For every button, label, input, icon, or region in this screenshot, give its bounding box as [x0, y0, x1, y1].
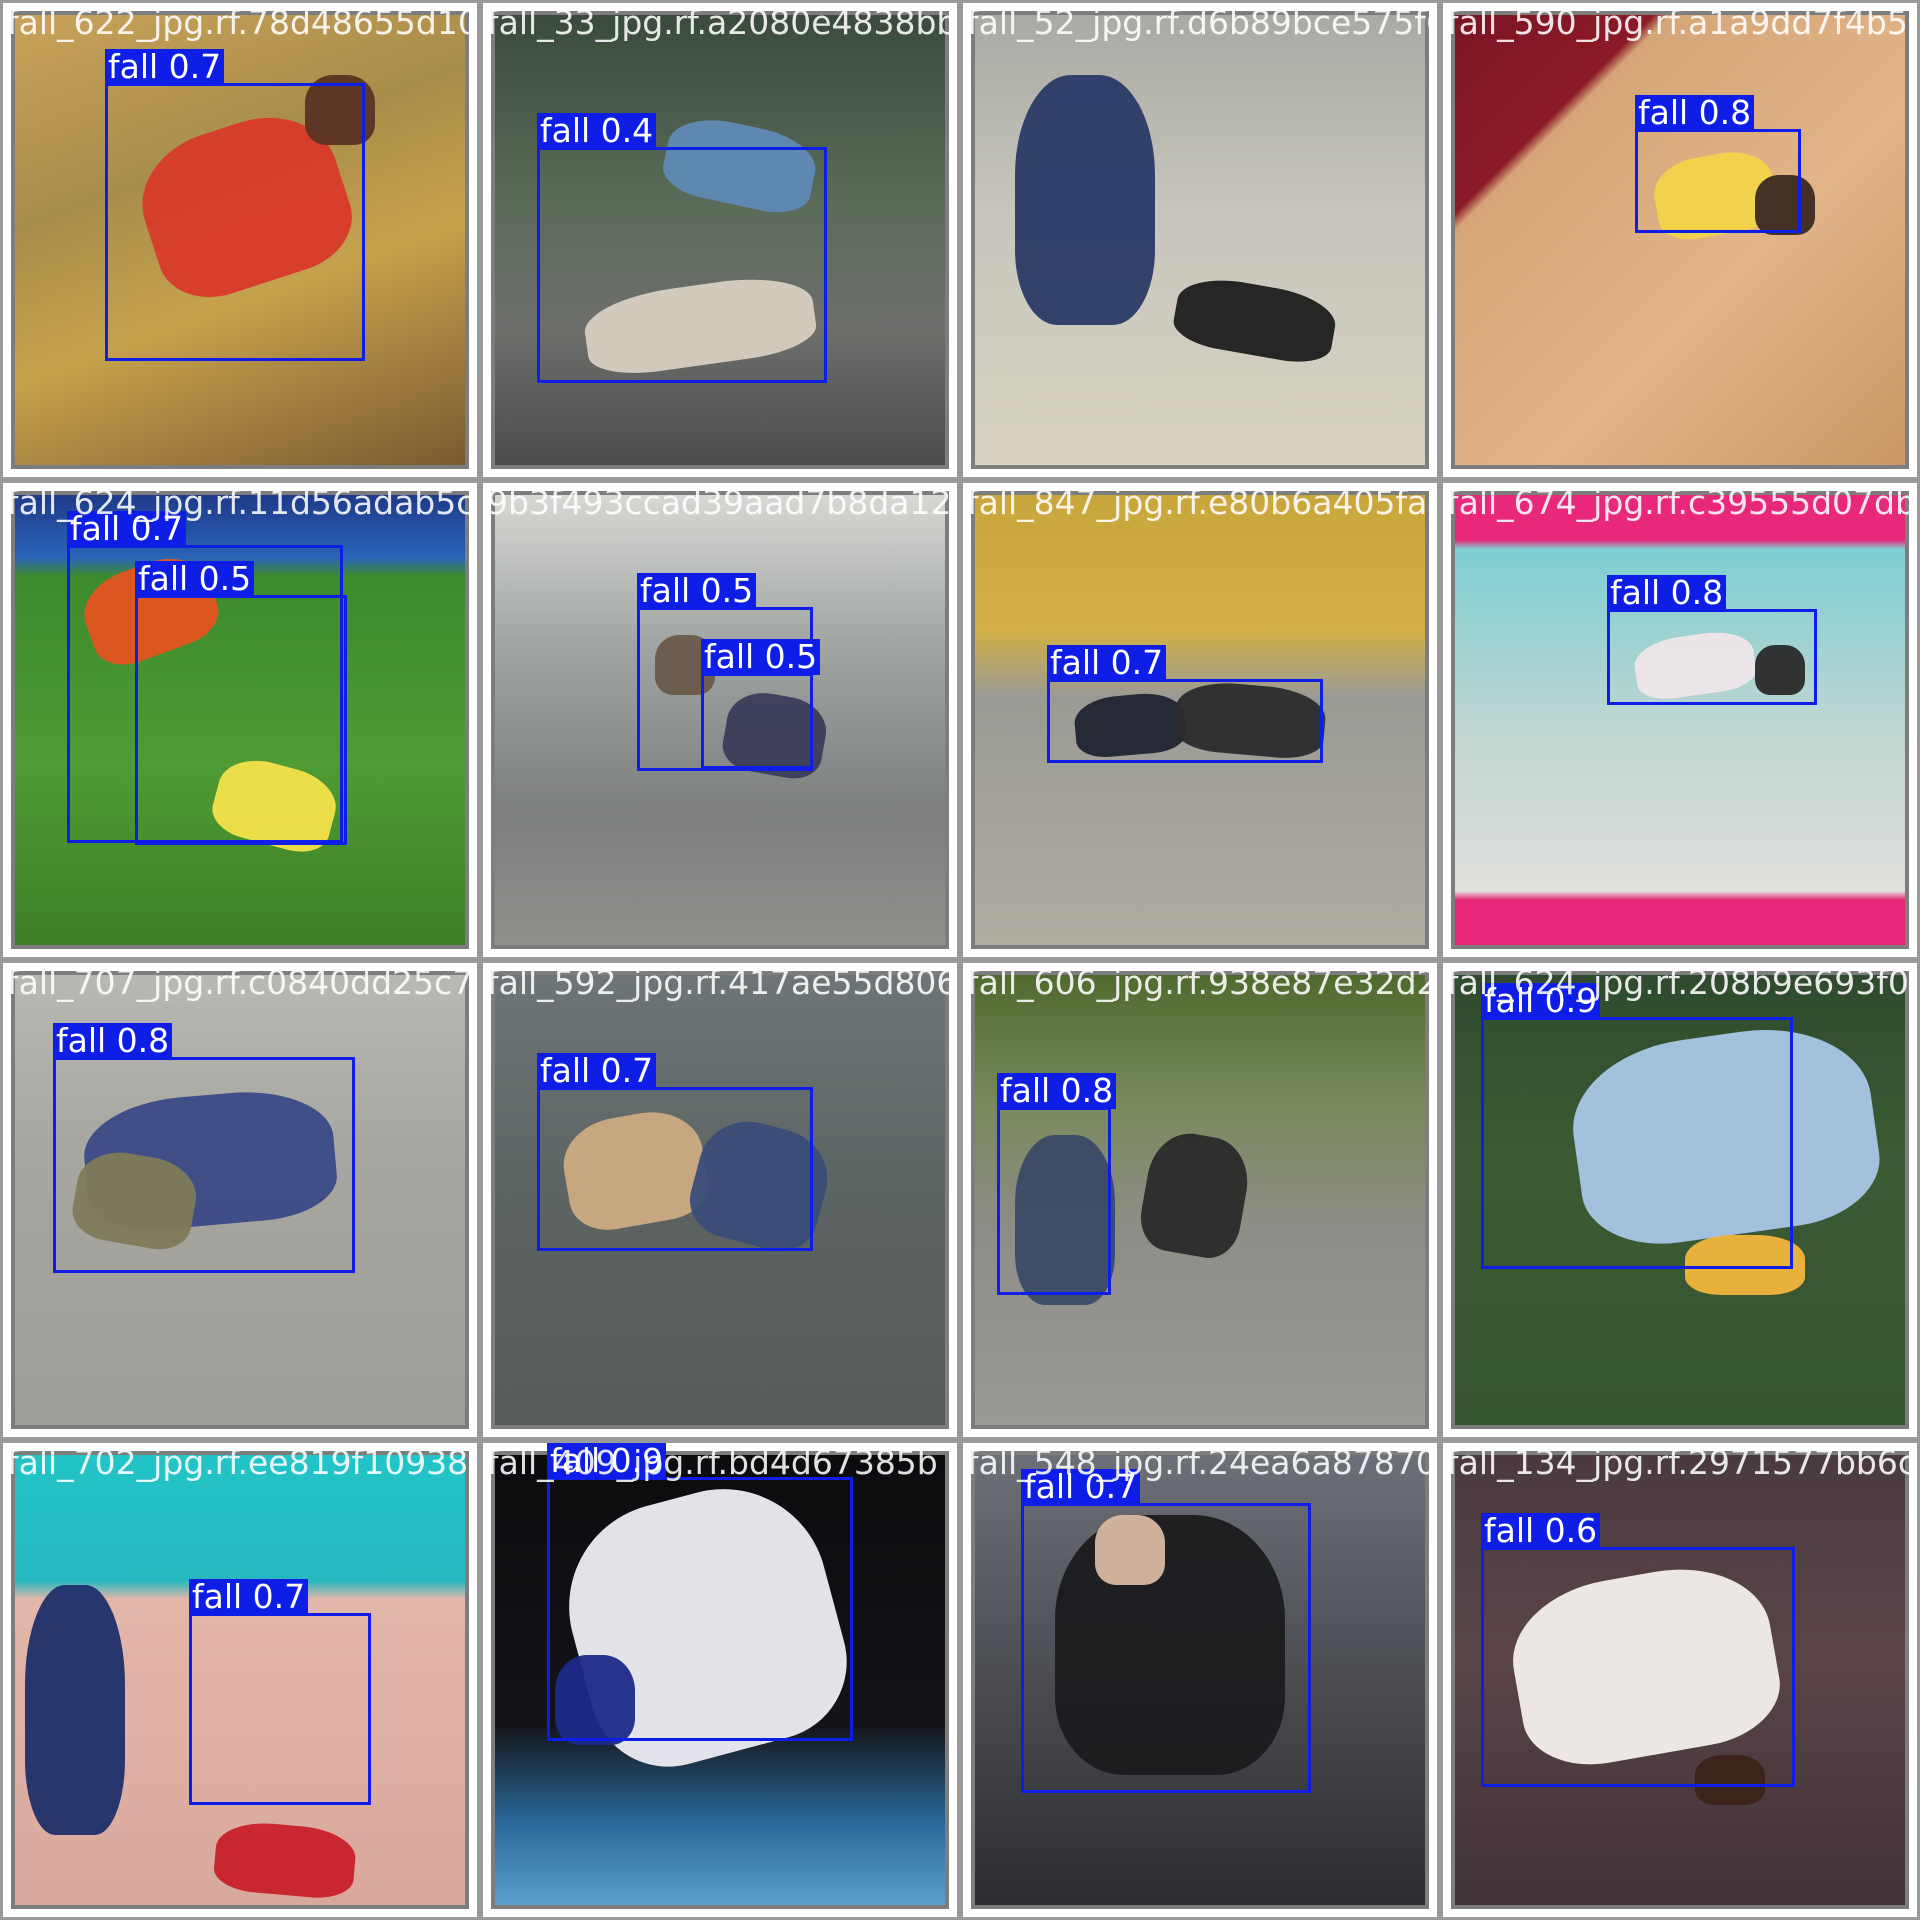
detection-label: fall 0.7 [1021, 1469, 1141, 1505]
result-tile: fall 0.7 fall_847_jpg.rf.e80b6a405fa4 [960, 480, 1440, 960]
photo-image [971, 11, 1429, 469]
person-figure [1015, 75, 1155, 325]
photo-image [1451, 491, 1909, 949]
detection-label: fall 0.4 [537, 113, 657, 149]
person-figure [1170, 271, 1340, 369]
detection-label: fall 0.5 [701, 639, 821, 675]
detection-box: fall 0.7 [105, 49, 365, 361]
person-figure [1135, 1127, 1255, 1263]
result-tile: fall 0.8 fall_590_jpg.rf.a1a9dd7f4b5 [1440, 0, 1920, 480]
result-tile: fall 0.7 fall_592_jpg.rf.417ae55d806 [480, 960, 960, 1440]
detection-box: fall 0.6 [1481, 1513, 1795, 1787]
result-tile: fall 0.5 fall 0.5 9b3f493ccad39aad7b8da12a [480, 480, 960, 960]
result-tile: fall 0.7 fall_702_jpg.rf.ee819f10938 [0, 1440, 480, 1920]
photo-image [1451, 11, 1909, 469]
result-tile: fall_52_jpg.rf.d6b89bce575f652 [960, 0, 1440, 480]
detection-box: fall 0.8 [1635, 95, 1801, 233]
detection-label: fall 0.8 [1635, 95, 1755, 131]
detection-label: fall 0.8 [53, 1023, 173, 1059]
person-figure [25, 1585, 125, 1835]
detection-box: fall 0.4 [537, 113, 827, 383]
detection-box: fall 0.9 [547, 1443, 853, 1741]
detection-box: fall 0.8 [1607, 575, 1817, 705]
result-tile: fall 0.7 fall_548_jpg.rf.24ea6a878707 [960, 1440, 1440, 1920]
detection-box: fall 0.7 [1047, 645, 1323, 763]
detection-label: fall 0.7 [105, 49, 225, 85]
detection-box: fall 0.8 [997, 1073, 1117, 1295]
result-tile: fall 0.6 fall_134_jpg.rf.2971577bb6c [1440, 1440, 1920, 1920]
detection-label: fall 0.8 [997, 1073, 1117, 1109]
detection-label: fall 0.5 [135, 561, 255, 597]
result-tile: fall 0.8 fall_707_jpg.rf.c0840dd25c7 [0, 960, 480, 1440]
result-tile: fall 0.9 fall_624_jpg.rf.208b9e693f09 [1440, 960, 1920, 1440]
result-tile: fall 0.7 fall_622_jpg.rf.78d48655d10 [0, 0, 480, 480]
result-tile: fall 0.8 fall_606_jpg.rf.938e87e32d2b [960, 960, 1440, 1440]
detection-label: fall 0.7 [1047, 645, 1167, 681]
result-tile: fall 0.8 fall_674_jpg.rf.c39555d07db [1440, 480, 1920, 960]
detection-box: fall 0.8 [53, 1023, 355, 1273]
detection-label: fall 0.6 [1481, 1513, 1601, 1549]
detection-label: fall 0.7 [67, 511, 187, 547]
detection-label: fall 0.8 [1607, 575, 1727, 611]
detection-box: fall 0.7 [537, 1053, 813, 1251]
result-tile: fall 0.9 fall_409_jpg.rf.bd4d67385b [480, 1440, 960, 1920]
detection-label: fall 0.7 [537, 1053, 657, 1089]
detection-box: fall 0.7 [1021, 1469, 1311, 1793]
result-tile: fall 0.7 fall 0.5 fall_624_jpg.rf.11d56ada… [0, 480, 480, 960]
detection-box: fall 0.7 [189, 1579, 371, 1805]
detection-grid: fall 0.7 fall_622_jpg.rf.78d48655d10 fall … [0, 0, 1920, 1920]
detection-label: fall 0.9 [1481, 983, 1601, 1019]
detection-label: fall 0.7 [189, 1579, 309, 1615]
detection-label: fall 0.5 [637, 573, 757, 609]
result-tile: fall 0.4 fall_33_jpg.rf.a2080e4838bbb4 [480, 0, 960, 480]
detection-label: fall 0.9 [547, 1443, 667, 1479]
detection-box: fall 0.5 [701, 639, 821, 769]
detection-box: fall 0.9 [1481, 983, 1793, 1269]
detection-box: fall 0.5 [135, 561, 347, 845]
person-figure [212, 1819, 358, 1901]
